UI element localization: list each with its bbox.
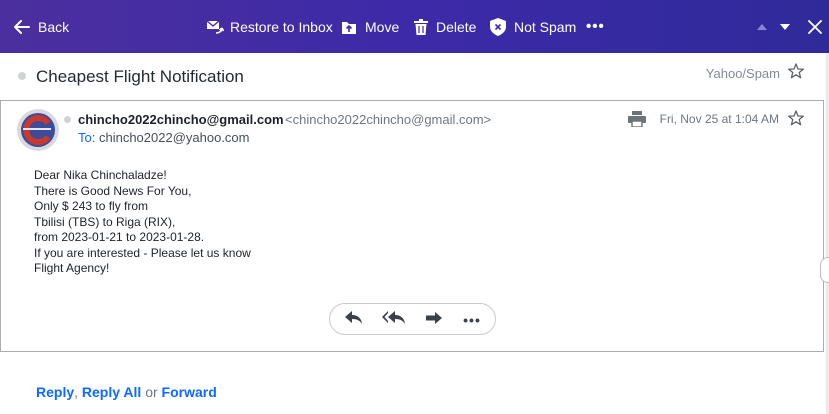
more-dots-icon: ••• — [586, 18, 605, 35]
forward-link[interactable]: Forward — [162, 384, 217, 400]
reply-all-button[interactable] — [379, 304, 409, 336]
print-icon[interactable] — [628, 111, 646, 132]
sender-status-dot — [64, 116, 71, 123]
delete-label: Delete — [436, 18, 477, 35]
body-line: Only $ 243 to fly from — [34, 199, 149, 213]
move-folder-icon — [341, 19, 357, 35]
message-actions-pill: ••• — [329, 303, 496, 335]
message-date: Fri, Nov 25 at 1:04 AM — [659, 112, 779, 126]
to-label: To: — [78, 130, 96, 145]
previous-message-button[interactable] — [756, 0, 768, 53]
quick-reply-links: Reply, Reply All or Forward — [36, 384, 217, 400]
body-line: If you are interested - Please let us kn… — [34, 245, 251, 260]
chevron-down-icon — [779, 23, 791, 31]
close-button[interactable] — [808, 0, 822, 53]
reply-separator: , — [74, 384, 79, 400]
body-line: There is Good News For You, — [34, 183, 192, 198]
back-button[interactable]: Back — [14, 0, 69, 53]
reply-all-link[interactable]: Reply All — [82, 384, 141, 400]
back-arrow-icon — [14, 19, 30, 34]
not-spam-button[interactable]: Not Spam — [490, 0, 576, 53]
reply-button[interactable] — [339, 304, 369, 336]
more-message-actions-button[interactable]: ••• — [457, 304, 487, 336]
star-icon[interactable] — [788, 63, 804, 84]
body-line: Tbilisi (TBS) to Riga (RIX), — [34, 214, 176, 229]
body-line: Flight Agency! — [34, 261, 110, 275]
sender-avatar — [17, 109, 59, 151]
chevron-up-icon — [756, 23, 768, 31]
or-text: or — [145, 384, 158, 400]
forward-icon — [425, 311, 443, 330]
unread-dot-icon[interactable] — [18, 72, 26, 80]
restore-to-inbox-button[interactable]: Restore to Inbox — [206, 0, 333, 53]
move-button[interactable]: Move — [341, 0, 399, 53]
body-line: from 2023-01-21 to 2023-01-28. — [34, 230, 205, 244]
recipient-row: To: chincho2022@yahoo.com — [78, 130, 249, 145]
sender-name[interactable]: chincho2022chincho@gmail.com — [78, 112, 284, 127]
sender-email: <chincho2022chincho@gmail.com> — [285, 112, 492, 127]
close-icon — [808, 19, 822, 34]
body-line: Dear Nika Chinchaladze! — [34, 168, 167, 182]
message-toolbar: Back Restore to Inbox Move Delete Not Sp… — [0, 0, 829, 53]
message-subject: Cheapest Flight Notification — [36, 67, 244, 86]
folder-label: Yahoo/Spam — [705, 66, 780, 81]
more-actions-button[interactable]: ••• — [586, 0, 605, 53]
reply-link[interactable]: Reply — [36, 384, 74, 400]
move-label: Move — [365, 18, 400, 35]
message-star-icon[interactable] — [788, 110, 804, 131]
delete-button[interactable]: Delete — [414, 0, 476, 53]
scroll-handle[interactable] — [820, 257, 829, 283]
recipient-address[interactable]: chincho2022@yahoo.com — [99, 130, 250, 145]
message-card: chincho2022chincho@gmail.com <chincho202… — [0, 100, 824, 352]
forward-button[interactable] — [419, 304, 449, 336]
shield-x-icon — [490, 17, 506, 36]
message-body: Dear Nika Chinchaladze! There is Good Ne… — [34, 168, 251, 277]
more-dots-icon: ••• — [463, 312, 481, 328]
restore-label: Restore to Inbox — [230, 18, 333, 35]
restore-inbox-icon — [206, 19, 224, 35]
reply-icon — [345, 310, 363, 330]
subject-row: Cheapest Flight Notification Yahoo/Spam — [0, 53, 829, 99]
trash-icon — [414, 18, 428, 35]
back-label: Back — [38, 18, 70, 35]
next-message-button[interactable] — [779, 0, 791, 53]
not-spam-label: Not Spam — [514, 18, 577, 35]
reply-all-icon — [382, 310, 406, 330]
